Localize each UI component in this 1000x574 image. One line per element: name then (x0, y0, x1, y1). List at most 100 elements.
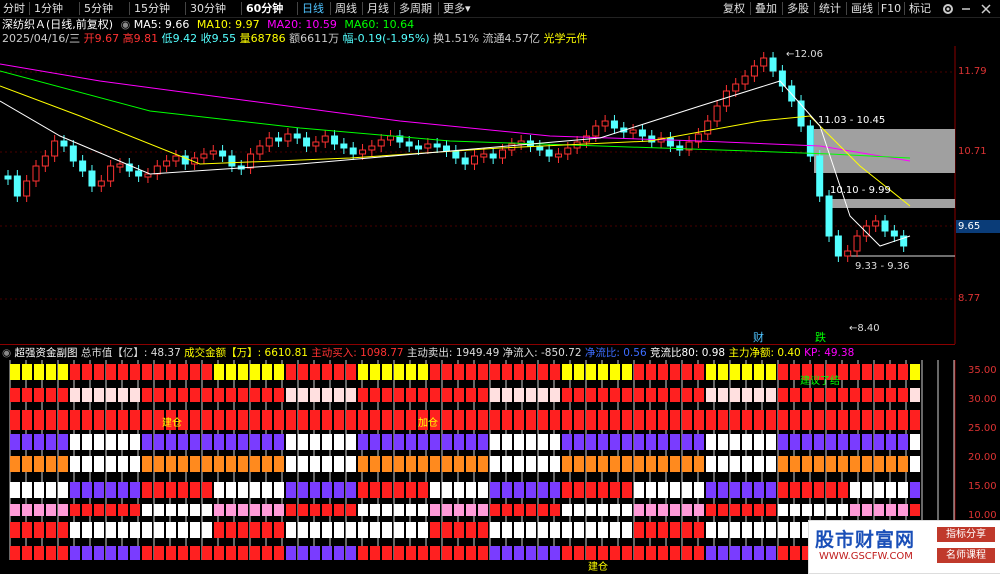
sub-band-cell (370, 546, 380, 560)
candle-body (676, 145, 684, 151)
sub-band-cell (598, 504, 608, 516)
sub-band-cell (118, 388, 128, 402)
minus-icon[interactable] (958, 0, 974, 17)
stats-button[interactable]: 统计 (815, 0, 845, 17)
mark-button[interactable]: 标记 (905, 0, 935, 17)
sub-band-cell (478, 388, 488, 402)
sub-band-cell (646, 504, 656, 516)
sub-band-cell (226, 434, 236, 450)
sub-band-cell (418, 504, 428, 516)
candle-body (592, 125, 600, 137)
period-tab-daily[interactable]: 日线 (302, 0, 324, 17)
sub-band-cell (910, 388, 920, 402)
sub-band-cell (766, 388, 776, 402)
adjust-button[interactable]: 复权 (719, 0, 749, 17)
period-tab-30min[interactable]: 30分钟 (190, 0, 226, 17)
sub-band-cell (322, 522, 332, 538)
sub-band-cell (598, 388, 608, 402)
sub-band-cell (718, 434, 728, 450)
candle-body (769, 57, 777, 72)
sub-band-cell (262, 388, 272, 402)
sub-band-cell (646, 364, 656, 380)
sub-band-cell (778, 410, 788, 430)
candle-body (433, 143, 441, 148)
sub-band-cell (82, 364, 92, 380)
sub-band-cell (334, 434, 344, 450)
sub-band-cell (766, 410, 776, 430)
overlay-button[interactable]: 叠加 (751, 0, 781, 17)
comp-label: 竞流比80: (649, 347, 702, 359)
sub-band-cell (70, 456, 80, 472)
quote-float: 流通4.57亿 (482, 32, 541, 45)
sub-band-cell (838, 456, 848, 472)
candle-body (172, 155, 180, 162)
sub-band-cell (454, 504, 464, 516)
sub-band-cell (694, 364, 704, 380)
sub-band-cell (310, 364, 320, 380)
sub-band-cell (238, 546, 248, 560)
sub-band-cell (670, 388, 680, 402)
period-tab-monthly[interactable]: 月线 (367, 0, 389, 17)
multi-stock-button[interactable]: 多股 (783, 0, 813, 17)
sub-band-cell (538, 364, 548, 380)
sub-band-cell (658, 364, 668, 380)
sub-band-cell (622, 388, 632, 402)
candle-body (4, 175, 12, 180)
gear-icon[interactable] (940, 0, 956, 17)
close-icon[interactable] (978, 0, 994, 17)
sub-band-cell (394, 522, 404, 538)
candle-body (377, 139, 385, 147)
sub-band-cell (274, 364, 284, 380)
sub-band-cell (874, 364, 884, 380)
period-tab-multi[interactable]: 多周期 (399, 0, 432, 17)
period-tab-timeshare[interactable]: 分时 (3, 0, 25, 17)
sub-band-cell (406, 546, 416, 560)
sub-band-cell (442, 546, 452, 560)
sub-band-cell (286, 522, 296, 538)
period-tab-weekly[interactable]: 周线 (335, 0, 357, 17)
sub-band-cell (790, 522, 800, 538)
suggest-exit-label: 建议了结 (800, 376, 840, 387)
sub-band-cell (430, 522, 440, 538)
sub-band-cell (634, 410, 644, 430)
finance-marker[interactable]: 财 (753, 329, 764, 345)
sub-band-cell (250, 546, 260, 560)
sub-band-cell (514, 546, 524, 560)
period-tab-5min[interactable]: 5分钟 (84, 0, 113, 17)
sub-band-cell (574, 434, 584, 450)
sub-band-cell (490, 522, 500, 538)
sub-band-cell (694, 482, 704, 498)
sub-band-cell (382, 456, 392, 472)
quote-change: 幅-0.19(-1.95%) (342, 32, 430, 45)
candle-body (443, 145, 451, 152)
sub-band-cell (766, 364, 776, 380)
period-tab-1min[interactable]: 1分钟 (34, 0, 63, 17)
sub-band-cell (790, 504, 800, 516)
high-label: 12.06 (794, 49, 824, 60)
sub-band-cell (298, 546, 308, 560)
sub-band-cell (118, 546, 128, 560)
sub-band-cell (298, 388, 308, 402)
f10-button[interactable]: F10 (879, 0, 903, 17)
draw-line-button[interactable]: 画线 (847, 0, 877, 17)
sub-band-cell (598, 482, 608, 498)
candle-body (228, 155, 236, 167)
candle-body (265, 137, 273, 147)
sub-band-cell (34, 546, 44, 560)
sub-band-cell (370, 456, 380, 472)
sub-band-cell (646, 410, 656, 430)
ratio-label: 净流比: (584, 347, 624, 359)
sub-band-cell (910, 504, 920, 516)
quote-turnover: 换1.51% (433, 32, 480, 45)
sub-band-cell (154, 364, 164, 380)
sub-band-cell (742, 504, 752, 516)
sub-band-cell (322, 434, 332, 450)
sub-band-cell (694, 434, 704, 450)
more-button[interactable]: 更多▾ (443, 0, 471, 17)
sub-band-cell (70, 546, 80, 560)
period-tab-15min[interactable]: 15分钟 (134, 0, 170, 17)
sub-band-cell (502, 434, 512, 450)
sub-band-cell (646, 482, 656, 498)
sub-band-cell (802, 434, 812, 450)
period-tab-60min[interactable]: 60分钟 (246, 0, 283, 17)
